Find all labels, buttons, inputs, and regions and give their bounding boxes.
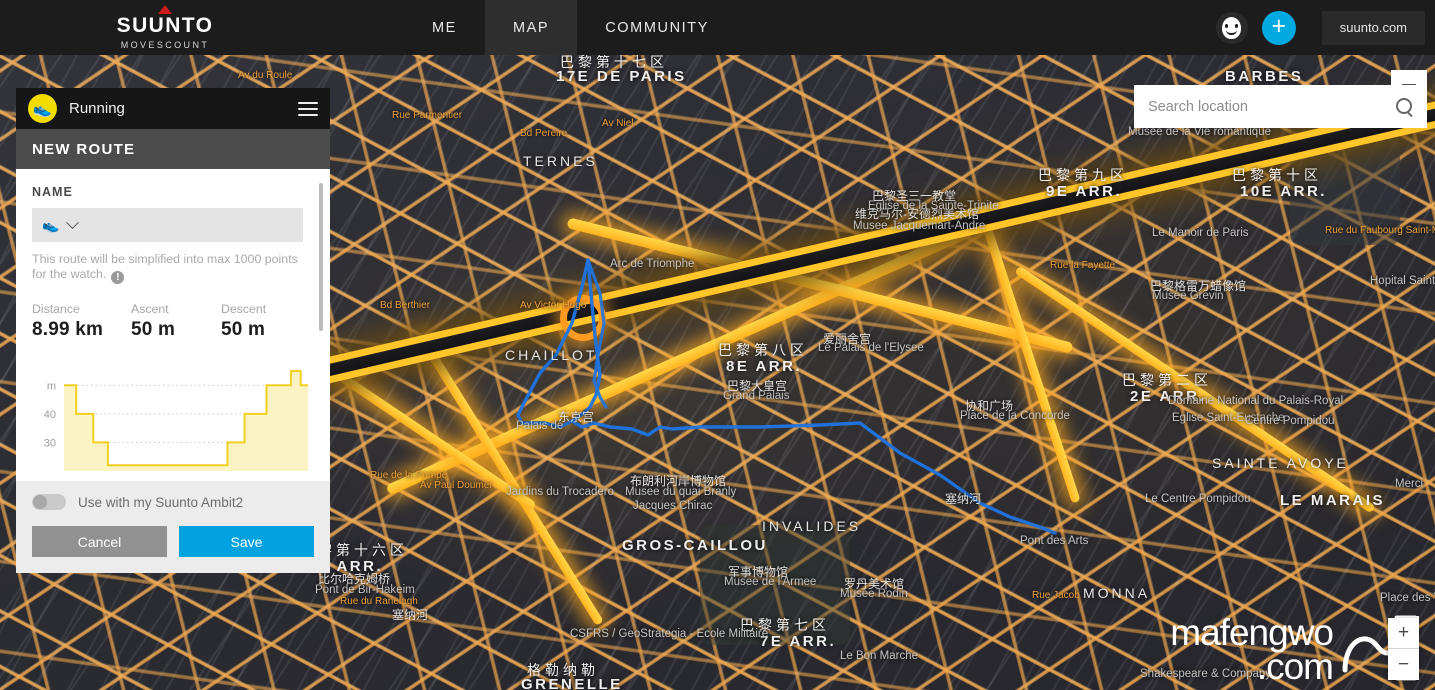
svg-text:m: m [47, 380, 56, 392]
simplify-hint-text: This route will be simplified into max 1… [32, 252, 298, 281]
search-input[interactable] [1148, 98, 1396, 115]
add-button[interactable]: + [1261, 10, 1296, 45]
route-form-body: NAME 👟 This route will be simplified int… [16, 169, 330, 481]
chevron-down-icon[interactable] [66, 215, 80, 229]
svg-text:30: 30 [44, 437, 56, 449]
nav-links: ME MAP COMMUNITY [404, 0, 737, 55]
nav-item-community[interactable]: COMMUNITY [577, 0, 737, 55]
stat-descent-value: 50 m [221, 319, 266, 340]
nav-item-map[interactable]: MAP [484, 0, 578, 55]
app-root: 17E DE PARIS 巴黎第十七区 TERNES BARBES 巴黎第九区 9E AR… [0, 0, 1435, 690]
name-label: NAME [32, 185, 73, 199]
cancel-button[interactable]: Cancel [32, 526, 167, 557]
panel-scrollbar-thumb[interactable] [319, 183, 323, 331]
info-icon[interactable]: ! [111, 271, 125, 284]
zoom-out-button[interactable]: − [1388, 649, 1419, 680]
stat-distance-label: Distance [32, 302, 80, 316]
stat-distance: Distance 8.99 km [32, 302, 131, 341]
brand-wordmark: SUUNTO [116, 14, 214, 37]
stat-descent: Descent 50 m [221, 302, 266, 341]
ambit-toggle[interactable] [32, 494, 66, 510]
save-button[interactable]: Save [179, 526, 314, 557]
stat-ascent-label: Ascent [131, 302, 169, 316]
location-search-box[interactable] [1134, 85, 1427, 128]
suunto-triangle-icon [158, 5, 172, 14]
route-editor-panel: 👟 Running NEW ROUTE NAME 👟 This route wi… [16, 88, 330, 573]
hamburger-icon[interactable] [298, 98, 318, 120]
simplify-hint: This route will be simplified into max 1… [32, 252, 304, 284]
ambit-toggle-label: Use with my Suunto Ambit2 [78, 494, 244, 510]
activity-type-label: Running [69, 100, 125, 117]
brand-logo[interactable]: SUUNTO MOVESCOUNT [0, 0, 330, 55]
new-route-header: NEW ROUTE [16, 129, 330, 169]
zoom-in-button[interactable]: + [1388, 618, 1419, 649]
shoe-small-icon: 👟 [42, 216, 60, 233]
form-buttons: Cancel Save [32, 526, 314, 557]
route-stats: Distance 8.99 km Ascent 50 m Descent 50 … [32, 302, 314, 341]
shoe-icon[interactable]: 👟 [28, 94, 57, 123]
route-form-footer: Use with my Suunto Ambit2 Cancel Save [16, 481, 330, 573]
elevation-profile-chart: m 30 40 [44, 370, 308, 471]
stat-distance-value: 8.99 km [32, 319, 104, 340]
stat-ascent-value: 50 m [131, 319, 176, 340]
stat-descent-label: Descent [221, 302, 267, 316]
map-zoom-controls: + − [1388, 618, 1419, 680]
top-navigation-bar: SUUNTO MOVESCOUNT ME MAP COMMUNITY + suu… [0, 0, 1435, 55]
nav-right-group: + suunto.com [1215, 0, 1435, 55]
search-icon[interactable] [1396, 98, 1413, 115]
nav-item-me[interactable]: ME [404, 0, 485, 55]
suunto-site-button[interactable]: suunto.com [1321, 10, 1425, 45]
brand-subtitle: MOVESCOUNT [120, 40, 210, 50]
avatar-face-icon [1222, 16, 1242, 39]
stat-ascent: Ascent 50 m [131, 302, 221, 341]
ambit-toggle-row: Use with my Suunto Ambit2 [32, 494, 314, 510]
route-name-field[interactable]: 👟 [32, 208, 303, 242]
svg-text:40: 40 [44, 409, 56, 421]
panel-header: 👟 Running [16, 88, 330, 129]
avatar[interactable] [1215, 11, 1248, 44]
new-route-title: NEW ROUTE [32, 140, 136, 158]
